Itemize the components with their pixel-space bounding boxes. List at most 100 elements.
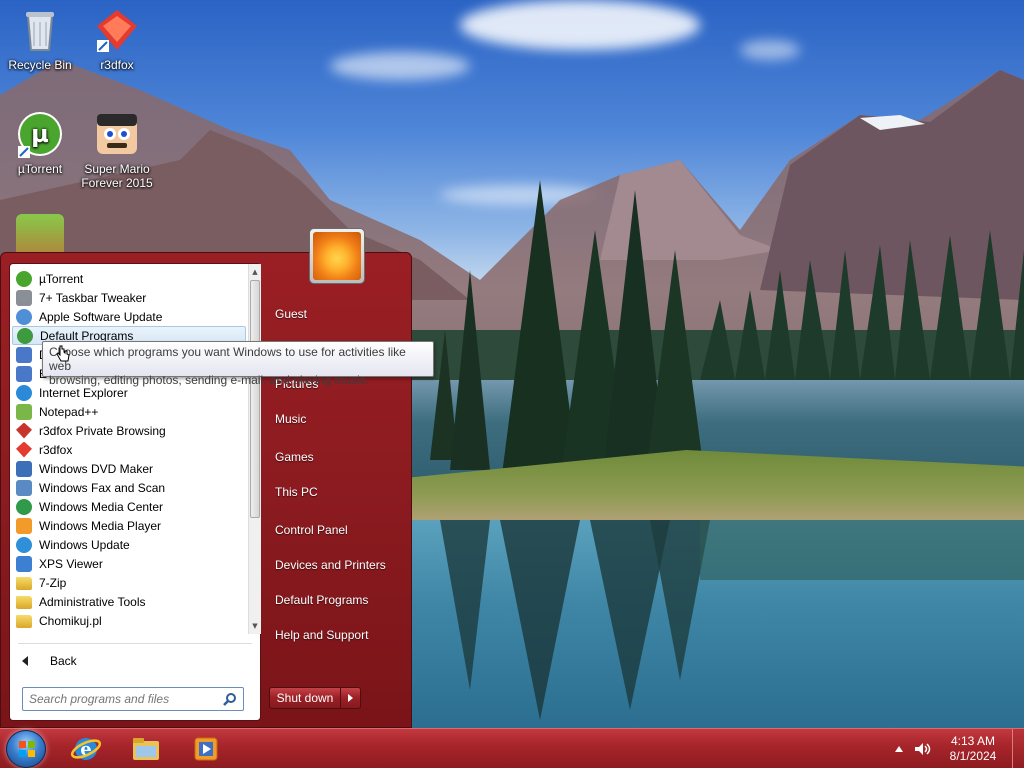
utorrent-icon: [16, 270, 32, 287]
desktop-icon-super-mario[interactable]: Super Mario Forever 2015: [77, 110, 157, 190]
r3dfox-private-icon: [16, 422, 32, 439]
system-clock[interactable]: 4:13 AM 8/1/2024: [944, 734, 1002, 764]
programs-pane: µTorrent 7+ Taskbar Tweaker Apple Software…: [9, 263, 261, 721]
search-input[interactable]: [22, 687, 244, 711]
ie-icon: [16, 384, 32, 401]
program-item[interactable]: Chomikuj.pl: [12, 611, 246, 630]
back-arrow-icon: [22, 656, 28, 666]
right-item-label: Games: [275, 450, 314, 464]
folder-icon: [16, 596, 32, 609]
desktop-icon-label: Super Mario Forever 2015: [81, 162, 153, 190]
right-item-label: Control Panel: [275, 523, 348, 537]
utorrent-icon: µ: [16, 110, 64, 158]
program-item[interactable]: Apple Software Update: [12, 307, 246, 326]
program-label: Windows Update: [39, 537, 130, 552]
right-item-label: Guest: [275, 307, 308, 321]
taskbar-media-player[interactable]: [178, 732, 234, 766]
program-label: 7-Zip: [39, 575, 67, 590]
right-item-label: This PC: [275, 485, 318, 499]
program-label: Chomikuj.pl: [39, 613, 102, 628]
folder-icon: [16, 577, 32, 590]
taskbar-internet-explorer[interactable]: e: [58, 732, 114, 766]
fax-scan-icon: [16, 479, 32, 496]
program-item[interactable]: r3dfox: [12, 440, 246, 459]
r3dfox-icon: [16, 441, 32, 458]
shutdown-button[interactable]: Shut down: [269, 687, 341, 709]
right-item-music[interactable]: Music: [269, 406, 407, 432]
right-item-this-pc[interactable]: This PC: [269, 479, 407, 505]
shutdown-label: Shut down: [276, 691, 334, 705]
right-item-devices-printers[interactable]: Devices and Printers: [269, 552, 407, 578]
program-label: r3dfox Private Browsing: [39, 423, 166, 438]
right-item-games[interactable]: Games: [269, 444, 407, 470]
start-menu: µTorrent 7+ Taskbar Tweaker Apple Software…: [0, 228, 412, 728]
tweaker-icon: [16, 289, 32, 306]
clock-time: 4:13 AM: [950, 734, 996, 748]
mario-icon: [93, 110, 141, 158]
file-explorer-icon: [133, 738, 159, 760]
program-item[interactable]: Windows Media Player: [12, 516, 246, 535]
media-center-icon: [16, 498, 32, 515]
dvd-maker-icon: [16, 460, 32, 477]
media-player-icon: [16, 517, 32, 534]
clock-date: 8/1/2024: [949, 749, 997, 763]
desktop-icon-label: µTorrent: [17, 162, 63, 176]
desktop-icon-utorrent[interactable]: µ µTorrent: [0, 110, 80, 176]
desktop-icon-recycle-bin[interactable]: Recycle Bin: [0, 6, 80, 72]
program-item[interactable]: Windows Media Center: [12, 497, 246, 516]
taskbar: e 4:13 AM 8/1/2024: [0, 728, 1024, 768]
show-hidden-icons-arrow-icon[interactable]: [893, 743, 905, 755]
tooltip-line: browsing, editing photos, sending e-mail…: [49, 373, 370, 387]
right-item-guest[interactable]: Guest: [269, 301, 407, 327]
program-item[interactable]: Windows DVD Maker: [12, 459, 246, 478]
r3dfox-icon: [93, 6, 141, 54]
program-label: r3dfox: [39, 442, 73, 457]
scroll-up-arrow-icon[interactable]: ▲: [249, 266, 261, 278]
volume-icon[interactable]: [913, 741, 931, 757]
user-picture[interactable]: [309, 228, 365, 284]
app-icon: [16, 365, 32, 382]
taskbar-file-explorer[interactable]: [118, 732, 174, 766]
scroll-thumb[interactable]: [250, 280, 260, 518]
right-item-help-support[interactable]: Help and Support: [269, 622, 407, 648]
internet-explorer-icon: e: [70, 738, 102, 760]
program-label: Notepad++: [39, 404, 99, 419]
desktop-icon-label: r3dfox: [100, 58, 134, 72]
desktop-icon-r3dfox[interactable]: r3dfox: [77, 6, 157, 72]
search-icon[interactable]: [223, 692, 237, 706]
program-list: µTorrent 7+ Taskbar Tweaker Apple Software…: [10, 264, 248, 634]
tooltip-line: Choose which programs you want Windows t…: [49, 345, 406, 373]
scroll-down-arrow-icon[interactable]: ▼: [249, 620, 261, 632]
program-list-scrollbar[interactable]: ▲ ▼: [248, 264, 261, 634]
back-button[interactable]: Back: [18, 650, 248, 672]
show-desktop-button[interactable]: [1012, 729, 1024, 768]
program-label: Windows Media Player: [39, 518, 162, 533]
right-item-control-panel[interactable]: Control Panel: [269, 517, 407, 543]
apple-update-icon: [16, 308, 32, 325]
program-item[interactable]: Windows Fax and Scan: [12, 478, 246, 497]
program-item[interactable]: Administrative Tools: [12, 592, 246, 611]
default-programs-tooltip: Choose which programs you want Windows t…: [42, 341, 434, 387]
program-item[interactable]: XPS Viewer: [12, 554, 246, 573]
program-item[interactable]: 7+ Taskbar Tweaker: [12, 288, 246, 307]
desktop-icon-label: Recycle Bin: [8, 58, 72, 72]
right-item-label: Help and Support: [275, 628, 369, 642]
recycle-bin-icon: [16, 6, 64, 54]
program-item[interactable]: Notepad++: [12, 402, 246, 421]
back-label: Back: [50, 654, 77, 668]
right-item-default-programs[interactable]: Default Programs: [269, 587, 407, 613]
menu-divider: [18, 643, 252, 644]
folder-icon: [16, 615, 32, 628]
program-label: Windows DVD Maker: [39, 461, 154, 476]
shutdown-options-arrow-icon[interactable]: [341, 687, 361, 709]
program-item[interactable]: Windows Update: [12, 535, 246, 554]
media-player-icon: [194, 737, 218, 761]
program-label: 7+ Taskbar Tweaker: [39, 290, 147, 305]
start-button[interactable]: [6, 730, 46, 768]
svg-text:µ: µ: [31, 120, 49, 148]
program-label: Apple Software Update: [39, 309, 163, 324]
right-item-label: Default Programs: [275, 593, 369, 607]
program-item[interactable]: 7-Zip: [12, 573, 246, 592]
program-item[interactable]: r3dfox Private Browsing: [12, 421, 246, 440]
program-item[interactable]: µTorrent: [12, 269, 246, 288]
